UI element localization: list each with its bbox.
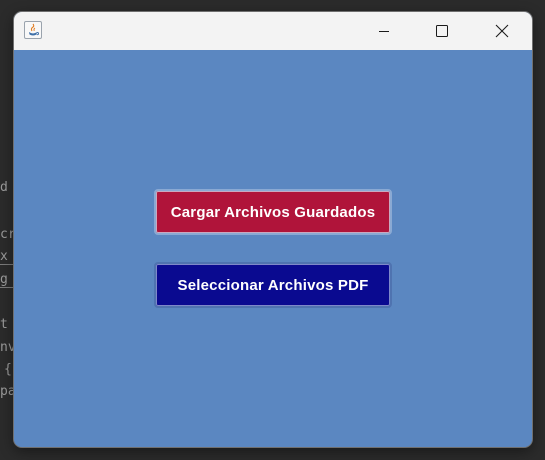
background-code-fragment: t [0,317,8,332]
background-code-fragment: { [4,362,12,377]
minimize-icon [379,31,389,32]
background-code-fragment: g [0,272,8,287]
background-underline [0,287,14,288]
window-content: Cargar Archivos Guardados Seleccionar Ar… [14,50,532,447]
maximize-button[interactable] [414,12,470,50]
background-underline [0,264,14,265]
background-code-fragment: d [0,180,8,195]
load-saved-files-button[interactable]: Cargar Archivos Guardados [154,189,392,235]
background-code-fragment: x [0,249,8,264]
close-icon [495,24,509,38]
select-pdf-files-button[interactable]: Seleccionar Archivos PDF [154,262,392,308]
maximize-icon [436,25,448,37]
title-bar[interactable] [14,12,532,50]
java-app-icon[interactable] [24,21,42,39]
minimize-button[interactable] [356,12,412,50]
app-window: Cargar Archivos Guardados Seleccionar Ar… [14,12,532,447]
close-button[interactable] [474,12,530,50]
